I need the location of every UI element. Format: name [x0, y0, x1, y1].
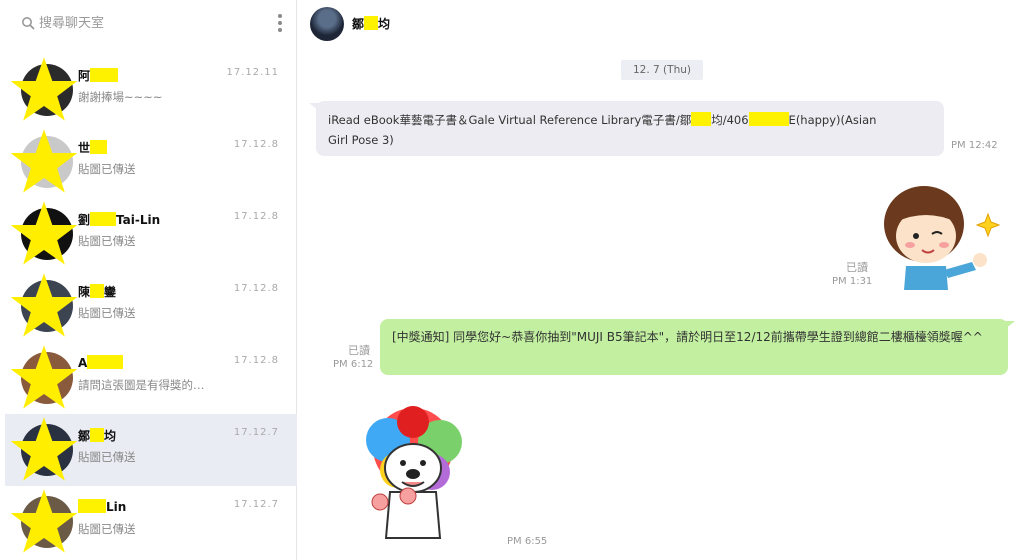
- chat-list-item[interactable]: 劉 Tai-Lin 貼圖已傳送 17.12.8: [5, 198, 297, 270]
- star-icon: [10, 201, 78, 265]
- chat-date: 17.12.8: [233, 211, 279, 222]
- read-receipt: 已讀: [348, 344, 370, 357]
- chat-date: 17.12.7: [233, 499, 279, 510]
- star-icon: [10, 129, 78, 193]
- search-input[interactable]: [39, 13, 259, 33]
- chat-list-sidebar: 阿 謝謝捧場~~~~ 17.12.11 世 貼圖已傳送 17.12.8 劉Tai…: [5, 0, 297, 560]
- chat-preview: 請問這張圖是有得獎的…: [78, 378, 205, 392]
- message-text: 均/406: [711, 113, 749, 127]
- chat-preview: 貼圖已傳送: [78, 162, 136, 176]
- star-icon: [10, 57, 78, 121]
- chat-name: 鄒均: [78, 428, 117, 443]
- chat-list-item-selected[interactable]: 鄒均 貼圖已傳送 17.12.7: [5, 414, 297, 486]
- chat-name: 劉 Tai-Lin: [78, 212, 161, 227]
- search-icon: [22, 17, 35, 30]
- chat-app: 阿 謝謝捧場~~~~ 17.12.11 世 貼圖已傳送 17.12.8 劉Tai…: [0, 0, 1031, 560]
- chat-date: 17.12.8: [233, 355, 279, 366]
- message-time: PM 6:12: [333, 359, 374, 370]
- message-time: PM 1:31: [832, 276, 873, 287]
- chat-preview: 貼圖已傳送: [78, 306, 136, 320]
- chat-preview: 貼圖已傳送: [78, 450, 136, 464]
- read-receipt: 已讀: [846, 261, 868, 274]
- chat-name: A: [78, 355, 124, 370]
- chat-list-item[interactable]: 阿 謝謝捧場~~~~ 17.12.11: [5, 54, 297, 126]
- bulldog-sticker-image[interactable]: [358, 406, 468, 546]
- chat-list-item[interactable]: 陳鑾 貼圖已傳送 17.12.8: [5, 270, 297, 342]
- chat-name: 阿: [78, 67, 119, 84]
- message-text: [中獎通知] 同學您好~恭喜你抽到"MUJI B5筆記本"，請於明日至12/12…: [392, 330, 983, 344]
- star-icon: [10, 345, 78, 409]
- chat-list-item[interactable]: 世 貼圖已傳送 17.12.8: [5, 126, 297, 198]
- search-bar: [5, 0, 297, 46]
- message-time: PM 6:55: [507, 536, 548, 547]
- chat-preview: 謝謝捧場~~~~: [78, 90, 163, 104]
- chat-list-item[interactable]: Lin 貼圖已傳送 17.12.7: [5, 486, 297, 558]
- more-options-icon[interactable]: [275, 14, 285, 34]
- girl-sticker-image[interactable]: [876, 178, 1006, 294]
- chat-date: 17.12.8: [233, 283, 279, 294]
- star-icon: [10, 417, 78, 481]
- chat-name: Lin: [78, 499, 126, 514]
- message-text: Girl Pose 3): [328, 133, 394, 147]
- star-icon: [10, 489, 78, 553]
- chat-list-item[interactable]: A 請問這張圖是有得獎的… 17.12.8: [5, 342, 297, 414]
- chat-preview: 貼圖已傳送: [78, 522, 136, 536]
- date-separator: 12. 7 (Thu): [621, 60, 703, 80]
- incoming-message-bubble[interactable]: iRead eBook華藝電子書＆Gale Virtual Reference …: [309, 101, 944, 156]
- chat-date: 17.12.7: [233, 427, 279, 438]
- chat-date: 17.12.11: [226, 67, 279, 78]
- message-text: iRead eBook華藝電子書＆Gale Virtual Reference …: [328, 113, 692, 127]
- message-area: 12. 7 (Thu) iRead eBook華藝電子書＆Gale Virtua…: [298, 46, 1031, 560]
- chat-name: 世: [78, 139, 108, 156]
- star-icon: [10, 273, 78, 337]
- message-text: E(happy)(Asian: [788, 113, 877, 127]
- chat-date: 17.12.8: [233, 139, 279, 150]
- outgoing-message-bubble[interactable]: [中獎通知] 同學您好~恭喜你抽到"MUJI B5筆記本"，請於明日至12/12…: [380, 319, 1015, 375]
- chat-preview: 貼圖已傳送: [78, 234, 136, 248]
- chat-name: 陳鑾: [78, 284, 117, 299]
- message-time: PM 12:42: [951, 140, 998, 151]
- contact-avatar[interactable]: [310, 7, 344, 41]
- chat-header: 鄒均: [298, 0, 1031, 46]
- contact-name: 鄒均: [352, 16, 391, 31]
